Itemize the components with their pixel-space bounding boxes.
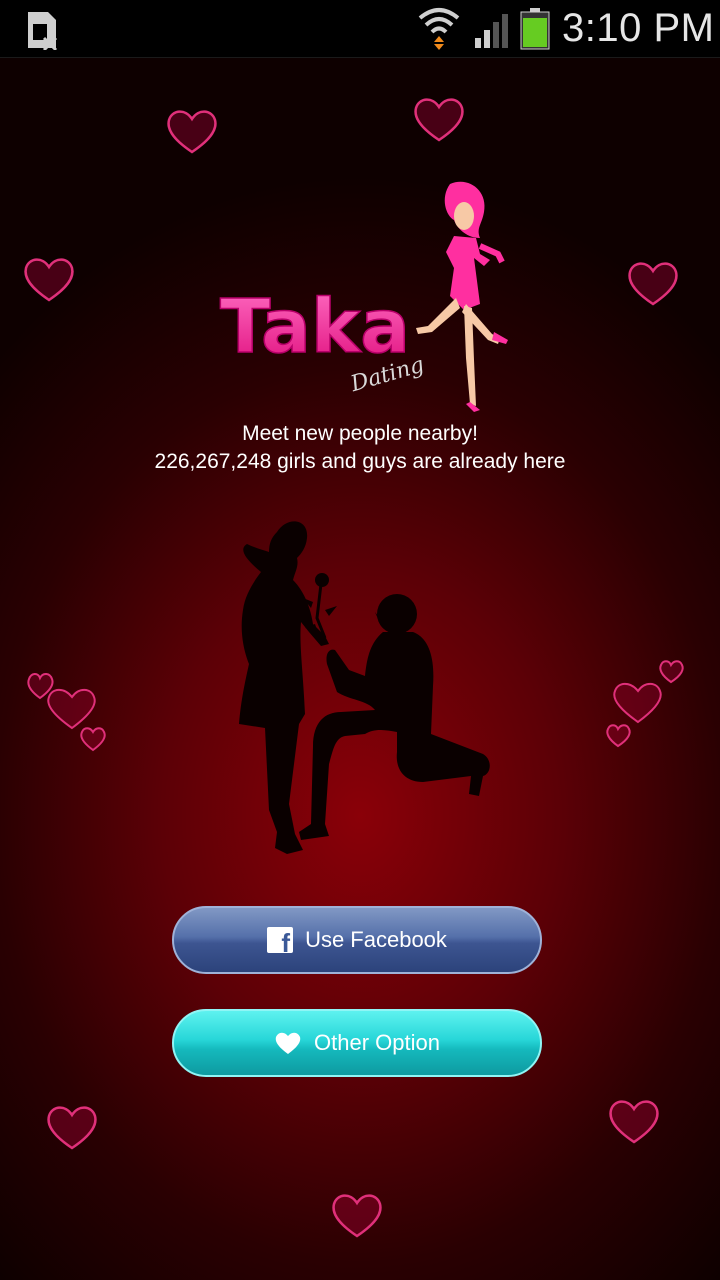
decorative-heart-icon <box>628 262 678 306</box>
welcome-screen: Taka Dating Meet new people nearby! 226,… <box>0 58 720 1280</box>
use-facebook-label: Use Facebook <box>305 927 447 952</box>
tagline-headline: Meet new people nearby! <box>242 422 478 445</box>
other-option-button[interactable]: Other Option <box>172 1009 542 1077</box>
status-time: 3:10 PM <box>562 6 715 50</box>
tagline-member-count: 226,267,248 girls and guys are already h… <box>154 450 566 473</box>
use-facebook-button[interactable]: f Use Facebook <box>172 906 542 974</box>
facebook-icon: f <box>267 927 294 956</box>
sim-error-icon <box>28 12 58 50</box>
signal-icon <box>475 14 508 48</box>
decorative-heart-icon <box>24 258 74 302</box>
other-option-label: Other Option <box>314 1030 440 1055</box>
decorative-heart-icon <box>332 1194 382 1238</box>
decorative-hearts-cluster-icon <box>606 660 684 748</box>
decorative-heart-icon <box>609 1100 659 1144</box>
decorative-heart-icon <box>167 110 217 154</box>
battery-icon <box>520 8 550 50</box>
decorative-hearts-cluster-icon <box>27 673 106 752</box>
taka-logo: Taka Dating <box>219 181 508 412</box>
status-bar: 3:10 PM <box>0 0 720 58</box>
decorative-heart-icon <box>414 98 464 142</box>
couple-silhouette-illustration <box>239 521 490 854</box>
decorative-heart-icon <box>47 1106 97 1150</box>
logo-text: Taka <box>220 284 410 370</box>
wifi-icon <box>418 8 460 50</box>
heart-icon <box>275 1032 301 1054</box>
